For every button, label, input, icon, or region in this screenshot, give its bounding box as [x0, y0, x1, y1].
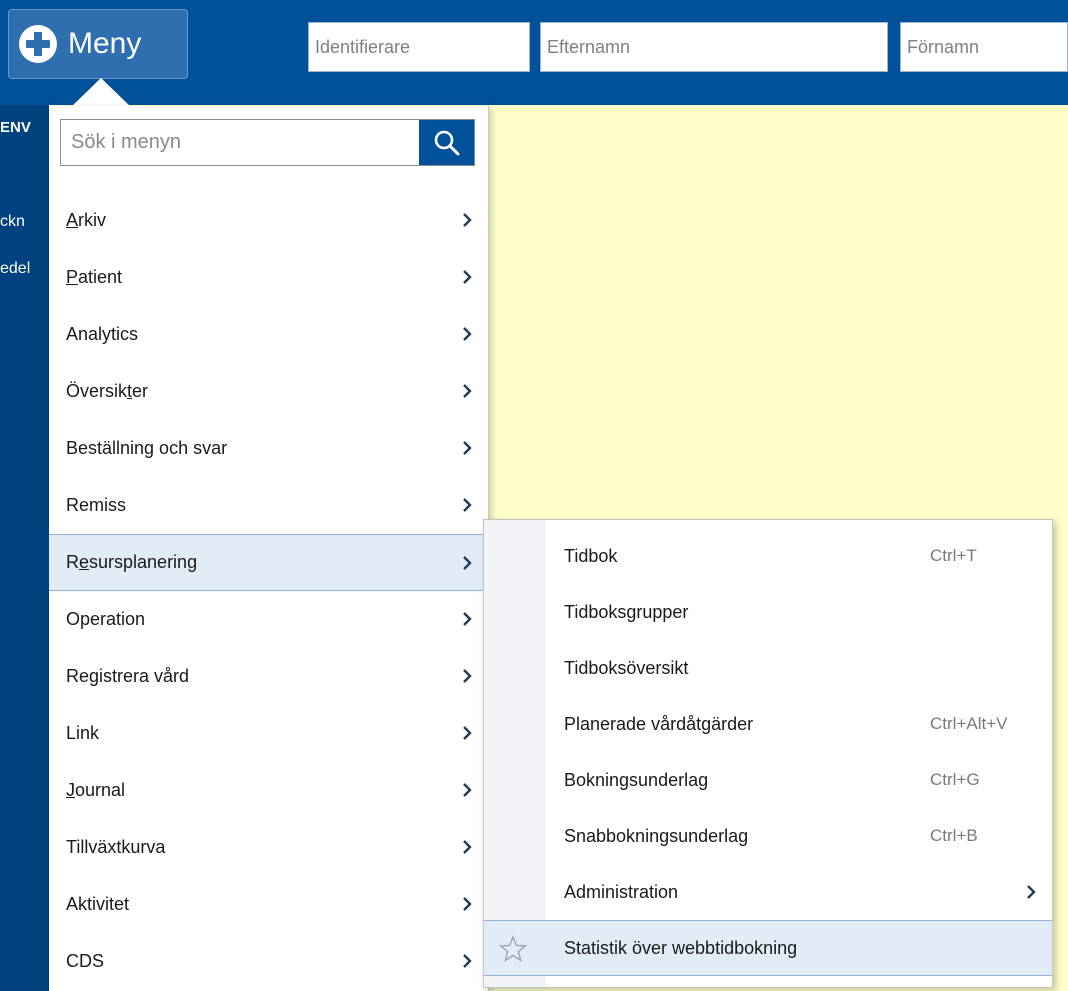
- left-panel-text-fragment[interactable]: edel: [0, 260, 30, 278]
- submenu-item-label: Statistik över webbtidbokning: [564, 937, 798, 958]
- menu-item-label: Resursplanering: [66, 552, 198, 572]
- menu-item-link[interactable]: Link: [49, 705, 489, 762]
- submenu-item-administration[interactable]: Administration: [484, 864, 1052, 920]
- menu-item-tillvaxtkurva[interactable]: Tillväxtkurva: [49, 819, 489, 876]
- submenu-item-label: Tidboksgrupper: [564, 601, 689, 622]
- chevron-right-icon: [463, 840, 472, 854]
- identifier-input[interactable]: [308, 22, 530, 72]
- lastname-input[interactable]: [540, 22, 888, 72]
- left-panel-text-fragment[interactable]: ckn: [0, 213, 25, 231]
- chevron-right-icon: [463, 213, 472, 227]
- menu-item-operation[interactable]: Operation: [49, 591, 489, 648]
- menu-item-oversikter[interactable]: Översikter: [49, 363, 489, 420]
- menu-item-label: Journal: [66, 780, 126, 800]
- submenu-item-planerade-vardatgarder[interactable]: Planerade vårdåtgärder Ctrl+Alt+V: [484, 696, 1052, 752]
- shortcut-hint: Ctrl+Alt+V: [930, 714, 1008, 733]
- search-button[interactable]: [419, 120, 474, 165]
- firstname-input[interactable]: [900, 22, 1068, 72]
- main-menu: Arkiv Patient Analytics Översikter Beställni…: [49, 106, 489, 991]
- menu-item-label: Link: [66, 723, 100, 743]
- menu-item-label: Operation: [66, 609, 146, 629]
- chevron-right-icon: [463, 270, 472, 284]
- star-icon[interactable]: [499, 935, 527, 963]
- shortcut-hint: Ctrl+G: [930, 770, 980, 789]
- shortcut-hint: Ctrl+B: [930, 826, 978, 845]
- chevron-right-icon: [1027, 885, 1036, 899]
- menu-item-analytics[interactable]: Analytics: [49, 306, 489, 363]
- menu-search-input[interactable]: [61, 120, 419, 165]
- menu-item-patient[interactable]: Patient: [49, 249, 489, 306]
- shortcut-hint: Ctrl+T: [930, 546, 977, 565]
- chevron-right-icon: [463, 783, 472, 797]
- submenu-item-label: Snabbokningsunderlag: [564, 825, 749, 846]
- plus-circle-icon: [19, 25, 57, 63]
- menu-item-registrera-vard[interactable]: Registrera vård: [49, 648, 489, 705]
- search-icon: [434, 130, 459, 155]
- menu-item-label: Aktivitet: [66, 894, 130, 914]
- menu-item-label: Översikter: [66, 381, 149, 401]
- submenu-item-statistik-over-webbtidbokning[interactable]: Statistik över webbtidbokning: [484, 920, 1052, 976]
- submenu-item-snabbokningsunderlag[interactable]: Snabbokningsunderlag Ctrl+B: [484, 808, 1052, 864]
- menu-item-label: CDS: [66, 951, 105, 971]
- submenu-item-tidboksgrupper[interactable]: Tidboksgrupper: [484, 584, 1052, 640]
- submenu-list: Tidbok Ctrl+T Tidboksgrupper Tidboksöversik…: [484, 528, 1052, 976]
- left-panel: ENV ckn edel: [0, 105, 49, 991]
- menu-item-journal[interactable]: Journal: [49, 762, 489, 819]
- menu-item-bestallning-och-svar[interactable]: Beställning och svar: [49, 420, 489, 477]
- menu-item-label: Remiss: [66, 495, 127, 515]
- menu-button[interactable]: Meny: [8, 9, 188, 79]
- menu-item-label: Analytics: [66, 324, 139, 344]
- chevron-right-icon: [463, 726, 472, 740]
- chevron-right-icon: [463, 897, 472, 911]
- top-bar: Meny: [0, 0, 1068, 105]
- submenu-item-tidbok[interactable]: Tidbok Ctrl+T: [484, 528, 1052, 584]
- submenu-item-label: Tidbok: [564, 545, 618, 566]
- menu-item-label: Beställning och svar: [66, 438, 228, 458]
- chevron-right-icon: [463, 954, 472, 968]
- submenu-item-label: Planerade vårdåtgärder: [564, 713, 754, 734]
- chevron-right-icon: [463, 556, 472, 570]
- submenu-item-label: Tidboksöversikt: [564, 657, 689, 678]
- menu-item-aktivitet[interactable]: Aktivitet: [49, 876, 489, 933]
- menu-item-label: Arkiv: [66, 210, 107, 230]
- left-panel-heading-fragment: ENV: [0, 119, 31, 136]
- chevron-right-icon: [463, 612, 472, 626]
- submenu-item-tidboksoversikt[interactable]: Tidboksöversikt: [484, 640, 1052, 696]
- menu-item-resursplanering[interactable]: Resursplanering: [49, 534, 489, 591]
- submenu-item-bokningsunderlag[interactable]: Bokningsunderlag Ctrl+G: [484, 752, 1052, 808]
- submenu-item-label: Administration: [564, 881, 679, 902]
- menu-pointer-caret: [72, 78, 130, 106]
- menu-search-box: [60, 119, 475, 166]
- menu-item-cds[interactable]: CDS: [49, 933, 489, 990]
- chevron-right-icon: [463, 327, 472, 341]
- chevron-right-icon: [463, 441, 472, 455]
- menu-item-label: Tillväxtkurva: [66, 837, 166, 857]
- menu-item-arkiv[interactable]: Arkiv: [49, 192, 489, 249]
- menu-button-label: Meny: [68, 27, 142, 60]
- chevron-right-icon: [463, 669, 472, 683]
- menu-list: Arkiv Patient Analytics Översikter Beställni…: [49, 192, 489, 990]
- chevron-right-icon: [463, 498, 472, 512]
- menu-item-label: Registrera vård: [66, 666, 190, 686]
- chevron-right-icon: [463, 384, 472, 398]
- submenu-item-label: Bokningsunderlag: [564, 769, 709, 790]
- submenu-resursplanering: Tidbok Ctrl+T Tidboksgrupper Tidboksöversik…: [483, 519, 1053, 988]
- menu-item-remiss[interactable]: Remiss: [49, 477, 489, 534]
- menu-item-label: Patient: [66, 267, 123, 287]
